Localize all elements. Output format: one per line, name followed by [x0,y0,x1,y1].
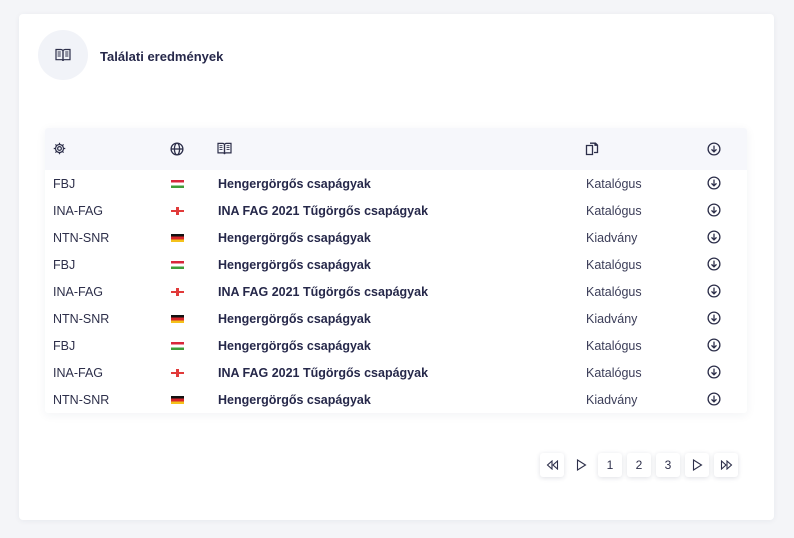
download-icon[interactable] [707,203,721,217]
download-icon[interactable] [707,392,721,406]
table-row[interactable]: NTN-SNR Hengergörgős csapágyak Kiadvány [45,224,747,251]
brand-cell: INA-FAG [53,285,104,299]
last-page-button[interactable] [714,453,738,477]
page-title: Találati eredmények [100,49,224,64]
flag-de-icon [171,315,184,323]
document-type-cell: Katalógus [586,258,642,272]
first-page-button[interactable] [540,453,564,477]
document-title-link[interactable]: INA FAG 2021 Tűgörgős csapágyak [218,204,428,218]
table-row[interactable]: FBJ Hengergörgős csapágyak Katalógus [45,332,747,359]
previous-page-button[interactable] [569,453,593,477]
next-page-icon [692,459,703,471]
brand-cell: INA-FAG [53,366,104,380]
flag-en-icon [171,369,184,377]
globe-icon[interactable] [170,142,184,156]
table-row[interactable]: INA-FAG INA FAG 2021 Tűgörgős csapágyak Ka… [45,278,747,305]
pagination: 1 2 3 [540,453,738,477]
flag-hu-icon [171,261,184,269]
last-page-icon [720,460,733,470]
brand-cell: FBJ [53,177,76,191]
brand-cell: NTN-SNR [53,312,110,326]
table-row[interactable]: INA-FAG INA FAG 2021 Tűgörgős csapágyak Ka… [45,359,747,386]
table-row[interactable]: NTN-SNR Hengergörgős csapágyak Kiadvány [45,386,747,413]
document-type-cell: Katalógus [586,204,642,218]
download-icon[interactable] [707,338,721,352]
flag-hu-icon [171,342,184,350]
flag-de-icon [171,234,184,242]
table-row[interactable]: INA-FAG INA FAG 2021 Tűgörgős csapágyak Ka… [45,197,747,224]
documents-icon[interactable] [585,142,599,156]
download-icon[interactable] [707,311,721,325]
page-1-button[interactable]: 1 [598,453,622,477]
book-icon[interactable] [217,142,232,156]
download-icon[interactable] [707,284,721,298]
document-title-link[interactable]: INA FAG 2021 Tűgörgős csapágyak [218,366,428,380]
document-type-cell: Katalógus [586,177,642,191]
document-title-link[interactable]: Hengergörgős csapágyak [218,231,371,245]
document-title-link[interactable]: Hengergörgős csapágyak [218,312,371,326]
document-type-cell: Katalógus [586,285,642,299]
table-row[interactable]: FBJ Hengergörgős csapágyak Katalógus [45,170,747,197]
brand-cell: FBJ [53,339,76,353]
flag-de-icon [171,396,184,404]
download-icon[interactable] [707,230,721,244]
next-page-button[interactable] [685,453,709,477]
header-icon-badge [38,30,88,80]
document-title-link[interactable]: Hengergörgős csapágyak [218,393,371,407]
download-icon[interactable] [707,176,721,190]
document-title-link[interactable]: Hengergörgős csapágyak [218,177,371,191]
brand-cell: NTN-SNR [53,231,110,245]
download-icon[interactable] [707,365,721,379]
flag-hu-icon [171,180,184,188]
brand-cell: INA-FAG [53,204,104,218]
download-icon[interactable] [707,257,721,271]
document-type-cell: Katalógus [586,339,642,353]
document-title-link[interactable]: INA FAG 2021 Tűgörgős csapágyak [218,285,428,299]
first-page-icon [546,460,559,470]
document-title-link[interactable]: Hengergörgős csapágyak [218,339,371,353]
document-type-cell: Kiadvány [586,231,638,245]
brand-cell: FBJ [53,258,76,272]
book-icon [55,48,71,62]
results-table: FBJ Hengergörgős csapágyak Katalógus INA-FA… [45,128,747,413]
document-type-cell: Katalógus [586,366,642,380]
table-header [45,128,747,170]
document-title-link[interactable]: Hengergörgős csapágyak [218,258,371,272]
document-type-cell: Kiadvány [586,393,638,407]
flag-en-icon [171,207,184,215]
brand-cell: NTN-SNR [53,393,110,407]
previous-page-icon [576,459,587,471]
gear-icon[interactable] [53,142,67,156]
table-row[interactable]: NTN-SNR Hengergörgős csapágyak Kiadvány [45,305,747,332]
table-row[interactable]: FBJ Hengergörgős csapágyak Katalógus [45,251,747,278]
flag-en-icon [171,288,184,296]
page-2-button[interactable]: 2 [627,453,651,477]
download-icon[interactable] [707,142,721,156]
document-type-cell: Kiadvány [586,312,638,326]
page-3-button[interactable]: 3 [656,453,680,477]
